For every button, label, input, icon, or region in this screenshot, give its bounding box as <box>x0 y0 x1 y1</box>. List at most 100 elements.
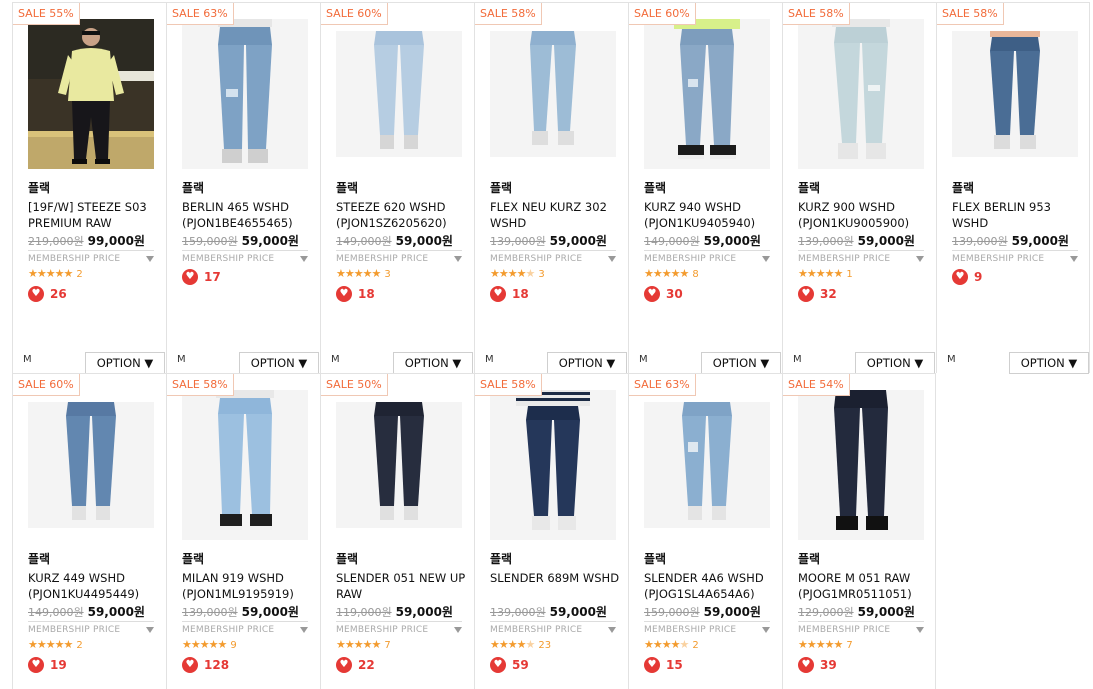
heart-icon[interactable]: ♥ <box>28 286 44 302</box>
membership-price-toggle[interactable]: MEMBERSHIP PRICE <box>182 250 308 264</box>
like-number: 32 <box>820 287 837 301</box>
option-button[interactable]: OPTION ▼ <box>85 352 165 374</box>
product-name[interactable]: SLENDER 689M WSHD <box>490 570 625 586</box>
product-image[interactable] <box>644 19 770 169</box>
option-button[interactable]: OPTION ▼ <box>393 352 473 374</box>
heart-icon[interactable]: ♥ <box>798 286 814 302</box>
sale-badge: SALE 58% <box>167 374 234 396</box>
product-card[interactable]: SALE 58% 플랙 SLENDER 689M WSHD 139,000원 59… <box>474 373 628 689</box>
product-image[interactable] <box>490 31 616 157</box>
product-image[interactable] <box>336 402 462 528</box>
rating: ★★★★★ 3 <box>336 267 391 280</box>
product-name[interactable]: SLENDER 051 NEW UP RAW <box>336 570 471 602</box>
product-card[interactable]: SALE 60% 플랙 STEEZE 620 WSHD (PJON1SZ6205… <box>320 2 474 374</box>
product-card[interactable]: SALE 60% 플랙 KURZ 940 WSHD (PJON1KU940594… <box>628 2 782 374</box>
membership-price-toggle[interactable]: MEMBERSHIP PRICE <box>336 250 462 264</box>
membership-price-toggle[interactable]: MEMBERSHIP PRICE <box>952 250 1078 264</box>
product-name[interactable]: SLENDER 4A6 WSHD (PJOG1SL4A654A6) <box>644 570 779 602</box>
option-button[interactable]: OPTION ▼ <box>547 352 627 374</box>
product-image[interactable] <box>952 31 1078 157</box>
sale-price: 59,000원 <box>395 605 453 619</box>
product-name[interactable]: KURZ 900 WSHD (PJON1KU9005900) <box>798 199 933 231</box>
heart-icon[interactable]: ♥ <box>798 657 814 673</box>
like-count[interactable]: ♥ 18 <box>336 286 375 302</box>
option-button[interactable]: OPTION ▼ <box>1009 352 1089 374</box>
product-card[interactable]: SALE 54% 플랙 MOORE M 051 RAW (PJOG1MR0511… <box>782 373 936 689</box>
membership-price-toggle[interactable]: MEMBERSHIP PRICE <box>28 621 154 635</box>
product-name[interactable]: STEEZE 620 WSHD (PJON1SZ6205620) <box>336 199 471 231</box>
option-button[interactable]: OPTION ▼ <box>701 352 781 374</box>
heart-icon[interactable]: ♥ <box>182 269 198 285</box>
like-count[interactable]: ♥ 26 <box>28 286 67 302</box>
product-image[interactable] <box>28 19 154 169</box>
brand-name: 플랙 <box>336 552 359 566</box>
membership-price-toggle[interactable]: MEMBERSHIP PRICE <box>28 250 154 264</box>
product-card[interactable]: SALE 60% 플랙 KURZ 449 WSHD (PJON1KU449544… <box>12 373 166 689</box>
product-card[interactable]: SALE 58% 플랙 MILAN 919 WSHD (PJON1ML91959… <box>166 373 320 689</box>
like-count[interactable]: ♥ 30 <box>644 286 683 302</box>
membership-price-toggle[interactable]: MEMBERSHIP PRICE <box>490 621 616 635</box>
product-card[interactable]: SALE 58% 플랙 KURZ 900 WSHD (PJON1KU900590… <box>782 2 936 374</box>
like-count[interactable]: ♥ 17 <box>182 269 221 285</box>
membership-price-toggle[interactable]: MEMBERSHIP PRICE <box>490 250 616 264</box>
price-block: 159,000원 59,000원 <box>644 603 761 620</box>
product-name[interactable]: KURZ 940 WSHD (PJON1KU9405940) <box>644 199 779 231</box>
heart-icon[interactable]: ♥ <box>336 657 352 673</box>
product-name[interactable]: FLEX NEU KURZ 302 WSHD <box>490 199 625 231</box>
like-count[interactable]: ♥ 15 <box>644 657 683 673</box>
product-name[interactable]: [19F/W] STEEZE S03 PREMIUM RAW <box>28 199 163 231</box>
product-image[interactable] <box>182 390 308 540</box>
like-count[interactable]: ♥ 128 <box>182 657 229 673</box>
sale-badge: SALE 58% <box>475 3 542 25</box>
like-count[interactable]: ♥ 22 <box>336 657 375 673</box>
product-name[interactable]: BERLIN 465 WSHD (PJON1BE4655465) <box>182 199 317 231</box>
product-name[interactable]: KURZ 449 WSHD (PJON1KU4495449) <box>28 570 163 602</box>
product-card[interactable]: SALE 58% 플랙 FLEX NEU KURZ 302 WSHD 139,0… <box>474 2 628 374</box>
like-number: 15 <box>666 658 683 672</box>
like-count[interactable]: ♥ 9 <box>952 269 982 285</box>
product-image[interactable] <box>336 31 462 157</box>
heart-icon[interactable]: ♥ <box>490 286 506 302</box>
price-block: 149,000원 59,000원 <box>644 232 761 249</box>
sale-price: 59,000원 <box>549 605 607 619</box>
like-count[interactable]: ♥ 19 <box>28 657 67 673</box>
product-image[interactable] <box>28 402 154 528</box>
triangle-down-icon <box>916 627 924 633</box>
heart-icon[interactable]: ♥ <box>182 657 198 673</box>
product-name[interactable]: FLEX BERLIN 953 WSHD <box>952 199 1087 231</box>
membership-price-toggle[interactable]: MEMBERSHIP PRICE <box>798 250 924 264</box>
product-card[interactable]: SALE 63% 플랙 SLENDER 4A6 WSHD (PJOG1SL4A6… <box>628 373 782 689</box>
like-count[interactable]: ♥ 39 <box>798 657 837 673</box>
product-image[interactable] <box>644 402 770 528</box>
membership-price-toggle[interactable]: MEMBERSHIP PRICE <box>798 621 924 635</box>
product-name[interactable]: MOORE M 051 RAW (PJOG1MR0511051) <box>798 570 933 602</box>
like-count[interactable]: ♥ 18 <box>490 286 529 302</box>
option-button[interactable]: OPTION ▼ <box>855 352 935 374</box>
heart-icon[interactable]: ♥ <box>952 269 968 285</box>
option-button[interactable]: OPTION ▼ <box>239 352 319 374</box>
membership-price-toggle[interactable]: MEMBERSHIP PRICE <box>644 250 770 264</box>
product-card[interactable]: SALE 63% 플랙 BERLIN 465 WSHD (PJON1BE4655… <box>166 2 320 374</box>
size-label: M <box>177 354 186 365</box>
product-image[interactable] <box>798 390 924 540</box>
heart-icon[interactable]: ♥ <box>644 657 660 673</box>
product-card[interactable]: SALE 50% 플랙 SLENDER 051 NEW UP RAW 119,0… <box>320 373 474 689</box>
membership-price-toggle[interactable]: MEMBERSHIP PRICE <box>336 621 462 635</box>
product-name[interactable]: MILAN 919 WSHD (PJON1ML9195919) <box>182 570 317 602</box>
product-image[interactable] <box>490 390 616 540</box>
membership-price-toggle[interactable]: MEMBERSHIP PRICE <box>644 621 770 635</box>
heart-icon[interactable]: ♥ <box>644 286 660 302</box>
membership-price-toggle[interactable]: MEMBERSHIP PRICE <box>182 621 308 635</box>
product-image[interactable] <box>182 19 308 169</box>
product-card[interactable]: SALE 58% 플랙 FLEX BERLIN 953 WSHD 139,000… <box>936 2 1090 374</box>
sale-badge: SALE 55% <box>13 3 80 25</box>
heart-icon[interactable]: ♥ <box>490 657 506 673</box>
price-block: 139,000원 59,000원 <box>490 232 607 249</box>
sale-badge: SALE 63% <box>167 3 234 25</box>
heart-icon[interactable]: ♥ <box>28 657 44 673</box>
like-count[interactable]: ♥ 59 <box>490 657 529 673</box>
heart-icon[interactable]: ♥ <box>336 286 352 302</box>
product-image[interactable] <box>798 19 924 169</box>
like-count[interactable]: ♥ 32 <box>798 286 837 302</box>
product-card[interactable]: SALE 55% 플랙 [19F/W] STEEZE S03 PREMIUM R… <box>12 2 166 374</box>
